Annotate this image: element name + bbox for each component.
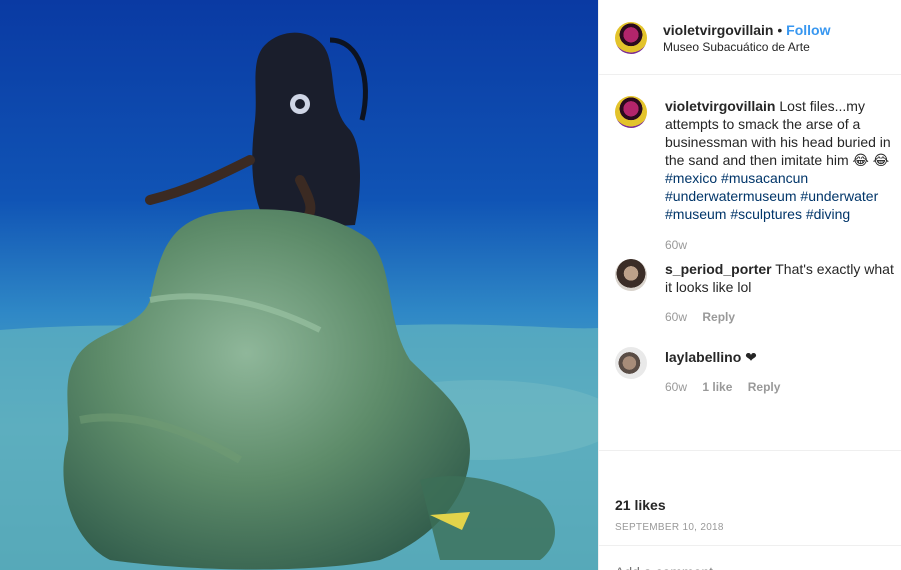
caption: violetvirgovillain Lost files...my attem… — [665, 97, 897, 223]
comment: s_period_porter That's exactly what it l… — [665, 260, 899, 296]
comment-age[interactable]: 60w — [665, 380, 687, 394]
add-comment-bar — [599, 545, 901, 570]
likes-count[interactable]: 21 likes — [615, 497, 666, 513]
post-sidebar: violetvirgovillain • Follow Museo Subacu… — [598, 0, 901, 570]
caption-username[interactable]: violetvirgovillain — [665, 98, 775, 114]
post-stats: 21 likes SEPTEMBER 10, 2018 — [599, 450, 901, 545]
hashtag-link[interactable]: #sculptures — [730, 206, 802, 222]
avatar-icon[interactable] — [615, 347, 647, 379]
reply-button[interactable]: Reply — [702, 310, 735, 324]
comment-meta: 60w Reply — [665, 310, 735, 324]
post-location[interactable]: Museo Subacuático de Arte — [663, 40, 810, 54]
post-header: violetvirgovillain • Follow Museo Subacu… — [599, 0, 901, 75]
hashtag-link[interactable]: #underwater — [800, 188, 878, 204]
comment-likes[interactable]: 1 like — [702, 380, 732, 394]
header-separator: • — [777, 22, 783, 38]
avatar-icon[interactable] — [615, 259, 647, 291]
comment: laylabellino ❤ — [665, 348, 899, 366]
post-date[interactable]: SEPTEMBER 10, 2018 — [615, 522, 724, 533]
reply-button[interactable]: Reply — [748, 380, 781, 394]
post-author-username[interactable]: violetvirgovillain — [663, 22, 773, 38]
comment-meta: 60w 1 like Reply — [665, 380, 780, 394]
add-comment-input[interactable] — [615, 564, 885, 570]
follow-button[interactable]: Follow — [786, 22, 830, 38]
heart-icon: ❤ — [745, 349, 757, 365]
underwater-scene-illustration — [0, 0, 598, 570]
hashtag-link[interactable]: #diving — [806, 206, 850, 222]
hashtag-link[interactable]: #museum — [665, 206, 726, 222]
avatar-icon[interactable] — [615, 96, 647, 128]
avatar-icon[interactable] — [615, 22, 647, 54]
comments-section: violetvirgovillain Lost files...my attem… — [599, 76, 901, 450]
comment-username[interactable]: laylabellino — [665, 349, 741, 365]
hashtag-link[interactable]: #mexico — [665, 170, 717, 186]
hashtag-link[interactable]: #musacancun — [721, 170, 808, 186]
comment-age[interactable]: 60w — [665, 310, 687, 324]
comment-username[interactable]: s_period_porter — [665, 261, 772, 277]
post-image[interactable] — [0, 0, 598, 570]
hashtag-link[interactable]: #underwatermuseum — [665, 188, 797, 204]
caption-age[interactable]: 60w — [665, 238, 687, 252]
